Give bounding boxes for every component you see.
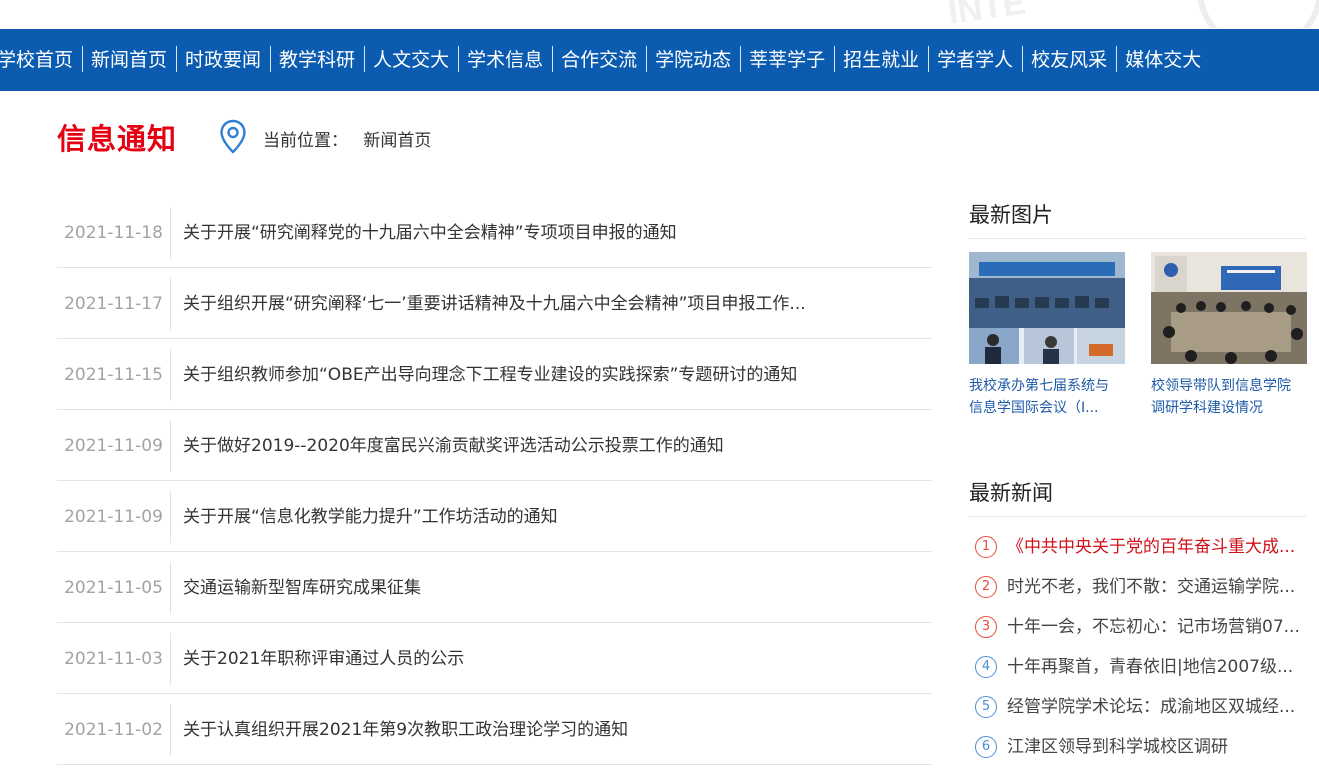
pic-caption[interactable]: 校领导带队到信息学院 调研学科建设情况 — [1151, 375, 1307, 419]
nav-item-scholars[interactable]: 学者学人 — [928, 29, 1022, 91]
notice-date: 2021-11-02 — [57, 704, 171, 756]
notice-row[interactable]: 2021-11-03 关于2021年职称评审通过人员的公示 — [57, 623, 932, 694]
main-nav-bar: 学校首页 新闻首页 时政要闻 教学科研 人文交大 学术信息 合作交流 学院动态 … — [0, 29, 1319, 91]
page-title: 信息通知 — [57, 122, 178, 156]
rank-badge: 4 — [975, 656, 997, 678]
pic-caption-line[interactable]: 调研学科建设情况 — [1151, 400, 1263, 416]
notice-date: 2021-11-18 — [57, 207, 171, 259]
notice-title[interactable]: 关于开展“信息化教学能力提升”工作坊活动的通知 — [183, 491, 923, 543]
nav-item-college-news[interactable]: 学院动态 — [646, 29, 740, 91]
notice-row[interactable]: 2021-11-02 关于认真组织开展2021年第9次教职工政治理论学习的通知 — [57, 694, 932, 765]
notice-date: 2021-11-09 — [57, 491, 171, 543]
pic-caption-line[interactable]: 我校承办第七届系统与 — [969, 378, 1109, 394]
rank-badge: 5 — [975, 696, 997, 718]
rank-badge: 1 — [975, 536, 997, 558]
notice-date: 2021-11-17 — [57, 278, 171, 330]
nav-item-alumni[interactable]: 校友风采 — [1022, 29, 1116, 91]
news-title[interactable]: 时光不老，我们不散：交通运输学院... — [1007, 577, 1295, 597]
pic-caption-line[interactable]: 校领导带队到信息学院 — [1151, 378, 1291, 394]
notice-list: 2021-11-18 关于开展“研究阐释党的十九届六中全会精神”专项项目申报的通… — [57, 197, 932, 765]
news-item[interactable]: 2 时光不老，我们不散：交通运输学院... — [975, 567, 1305, 607]
notice-title[interactable]: 关于2021年职称评审通过人员的公示 — [183, 633, 923, 685]
nav-item-current-affairs[interactable]: 时政要闻 — [176, 29, 270, 91]
latest-news-heading: 最新新闻 — [969, 481, 1053, 505]
nav-item-teaching-research[interactable]: 教学科研 — [270, 29, 364, 91]
notice-row[interactable]: 2021-11-09 关于做好2019--2020年度富民兴渝贡献奖评选活动公示… — [57, 410, 932, 481]
notice-date: 2021-11-15 — [57, 349, 171, 401]
nav-item-humanities[interactable]: 人文交大 — [364, 29, 458, 91]
rank-badge: 3 — [975, 616, 997, 638]
nav-item-students[interactable]: 莘莘学子 — [740, 29, 834, 91]
rank-badge: 6 — [975, 736, 997, 758]
notice-row[interactable]: 2021-11-15 关于组织教师参加“OBE产出导向理念下工程专业建设的实践探… — [57, 339, 932, 410]
rank-badge: 2 — [975, 576, 997, 598]
notice-title[interactable]: 关于开展“研究阐释党的十九届六中全会精神”专项项目申报的通知 — [183, 207, 923, 259]
notice-date: 2021-11-05 — [57, 562, 171, 614]
latest-pics-divider — [969, 238, 1306, 239]
nav-item-school-home[interactable]: 学校首页 — [0, 29, 82, 91]
news-title[interactable]: 《中共中央关于党的百年奋斗重大成... — [1007, 537, 1295, 557]
news-title[interactable]: 江津区领导到科学城校区调研 — [1007, 737, 1228, 757]
conference-photo[interactable] — [969, 252, 1125, 364]
pic-caption[interactable]: 我校承办第七届系统与 信息学国际会议（I... — [969, 375, 1125, 419]
notice-row[interactable]: 2021-11-17 关于组织开展“研究阐释‘七一’重要讲话精神及十九届六中全会… — [57, 268, 932, 339]
header-watermark: INTE — [840, 0, 1319, 28]
latest-pics-heading: 最新图片 — [969, 203, 1053, 227]
notice-row[interactable]: 2021-11-18 关于开展“研究阐释党的十九届六中全会精神”专项项目申报的通… — [57, 197, 932, 268]
breadcrumb-label: 当前位置： — [263, 131, 348, 151]
breadcrumb-current[interactable]: 新闻首页 — [363, 131, 431, 151]
page: INTE 学校首页 新闻首页 时政要闻 教学科研 人文交大 学术信息 合作交流 … — [0, 0, 1319, 770]
nav-item-academic-info[interactable]: 学术信息 — [458, 29, 552, 91]
location-pin-icon — [219, 119, 247, 159]
notice-date: 2021-11-03 — [57, 633, 171, 685]
pic-caption-line[interactable]: 信息学国际会议（I... — [969, 400, 1098, 416]
nav-item-news-home[interactable]: 新闻首页 — [82, 29, 176, 91]
notice-date: 2021-11-09 — [57, 420, 171, 472]
notice-title[interactable]: 交通运输新型智库研究成果征集 — [183, 562, 923, 614]
nav-item-cooperation[interactable]: 合作交流 — [552, 29, 646, 91]
pic-card-visit[interactable]: 校领导带队到信息学院 调研学科建设情况 — [1151, 252, 1307, 419]
nav-item-admissions[interactable]: 招生就业 — [834, 29, 928, 91]
news-title[interactable]: 十年再聚首，青春依旧|地信2007级... — [1007, 657, 1293, 677]
meeting-photo[interactable] — [1151, 252, 1307, 364]
notice-title[interactable]: 关于做好2019--2020年度富民兴渝贡献奖评选活动公示投票工作的通知 — [183, 420, 923, 472]
svg-text:INTE: INTE — [946, 0, 1028, 28]
notice-row[interactable]: 2021-11-05 交通运输新型智库研究成果征集 — [57, 552, 932, 623]
news-item[interactable]: 1 《中共中央关于党的百年奋斗重大成... — [975, 527, 1305, 567]
latest-news-divider — [969, 516, 1306, 517]
news-title[interactable]: 十年一会，不忘初心：记市场营销07... — [1007, 617, 1300, 637]
news-item[interactable]: 6 江津区领导到科学城校区调研 — [975, 727, 1305, 767]
main-nav-list: 学校首页 新闻首页 时政要闻 教学科研 人文交大 学术信息 合作交流 学院动态 … — [0, 29, 1210, 91]
notice-title[interactable]: 关于认真组织开展2021年第9次教职工政治理论学习的通知 — [183, 704, 923, 756]
news-item[interactable]: 5 经管学院学术论坛：成渝地区双城经... — [975, 687, 1305, 727]
pic-card-conference[interactable]: 我校承办第七届系统与 信息学国际会议（I... — [969, 252, 1125, 419]
news-item[interactable]: 4 十年再聚首，青春依旧|地信2007级... — [975, 647, 1305, 687]
news-title[interactable]: 经管学院学术论坛：成渝地区双城经... — [1007, 697, 1295, 717]
notice-title[interactable]: 关于组织教师参加“OBE产出导向理念下工程专业建设的实践探索”专题研讨的通知 — [183, 349, 923, 401]
notice-title[interactable]: 关于组织开展“研究阐释‘七一’重要讲话精神及十九届六中全会精神”项目申报工作..… — [183, 278, 923, 330]
notice-row[interactable]: 2021-11-09 关于开展“信息化教学能力提升”工作坊活动的通知 — [57, 481, 932, 552]
breadcrumb: 当前位置： 新闻首页 — [263, 126, 431, 151]
latest-news-list: 1 《中共中央关于党的百年奋斗重大成... 2 时光不老，我们不散：交通运输学院..… — [975, 527, 1305, 767]
nav-item-media[interactable]: 媒体交大 — [1116, 29, 1210, 91]
news-item[interactable]: 3 十年一会，不忘初心：记市场营销07... — [975, 607, 1305, 647]
